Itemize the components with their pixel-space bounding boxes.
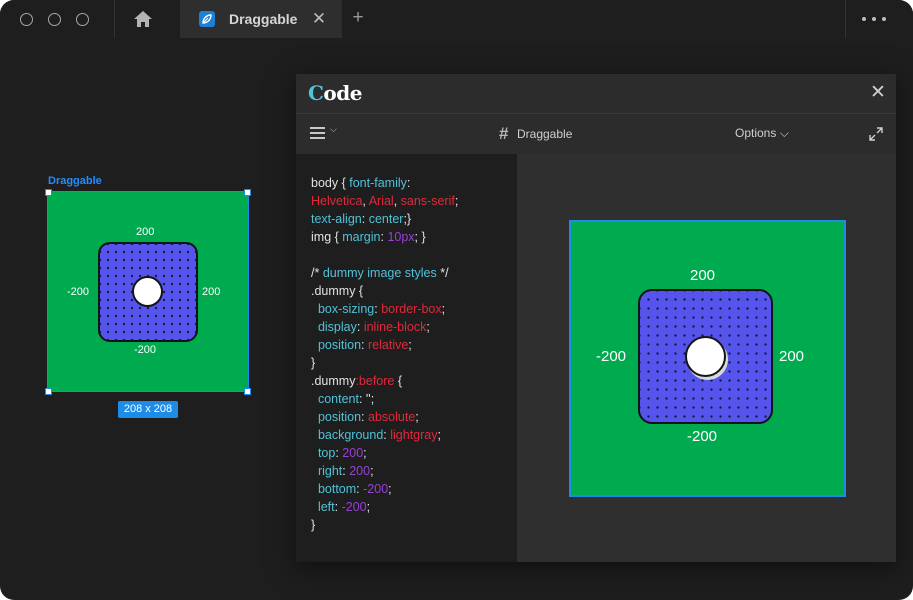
hamburger-icon[interactable]: ⌵: [310, 124, 340, 141]
hash-icon: #: [499, 124, 509, 143]
tab-title: Draggable: [229, 11, 298, 27]
title-bar: Draggable ✕ +: [0, 0, 913, 38]
code-editor[interactable]: body { font-family: Helvetica, Arial, sa…: [296, 154, 517, 562]
drag-knob[interactable]: [132, 276, 163, 307]
close-icon[interactable]: ✕: [311, 10, 327, 28]
expand-icon[interactable]: [869, 127, 883, 141]
window-maximize-button[interactable]: [76, 13, 89, 26]
size-badge: 208 x 208: [118, 401, 178, 418]
panel-title: Code: [308, 81, 362, 105]
draggable-frame[interactable]: 200 200 -200 -200: [47, 191, 249, 392]
plus-icon[interactable]: +: [350, 8, 366, 28]
tab-draggable[interactable]: Draggable ✕: [180, 0, 342, 38]
preview-pane: 200 200 -200 -200: [517, 154, 896, 562]
home-icon[interactable]: [133, 10, 153, 28]
window-close-button[interactable]: [20, 13, 33, 26]
divider: [114, 0, 115, 38]
drag-knob-preview[interactable]: [685, 336, 726, 377]
label-top: 200: [136, 226, 155, 238]
label-right: 200: [202, 286, 221, 298]
resize-handle-bottom-right[interactable]: [244, 388, 251, 395]
code-text[interactable]: body { font-family: Helvetica, Arial, sa…: [311, 174, 458, 534]
preview-label-left: -200: [596, 348, 627, 365]
label-bottom: -200: [134, 344, 157, 356]
preview-label-right: 200: [779, 348, 805, 365]
preview-stage: 200 200 -200 -200: [569, 220, 846, 497]
app-window: Draggable ✕ + Draggable 200 200 -200 -20…: [0, 0, 913, 600]
resize-handle-bottom-left[interactable]: [45, 388, 52, 395]
chevron-down-icon: ⌵: [330, 124, 337, 134]
close-icon[interactable]: ✕: [870, 83, 886, 103]
divider: [845, 0, 846, 38]
label-left: -200: [67, 286, 90, 298]
app-logo-icon: [199, 11, 215, 27]
panel-header: Code ✕: [296, 74, 896, 114]
preview-label-top: 200: [690, 267, 716, 284]
code-panel: Code ✕ ⌵ # Draggable Options ⌵ body { fo…: [296, 74, 896, 562]
more-icon[interactable]: [862, 17, 888, 23]
panel-toolbar: ⌵ # Draggable Options ⌵: [296, 114, 896, 154]
resize-handle-top-left[interactable]: [45, 189, 52, 196]
resize-handle-top-right[interactable]: [244, 189, 251, 196]
options-dropdown[interactable]: Options ⌵: [735, 126, 789, 141]
preview-label-bottom: -200: [687, 428, 718, 445]
selection-label: Draggable: [48, 175, 102, 187]
window-minimize-button[interactable]: [48, 13, 61, 26]
